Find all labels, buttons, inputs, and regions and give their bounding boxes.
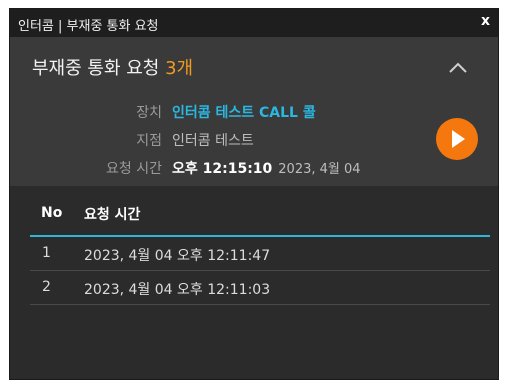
close-icon[interactable]: x bbox=[481, 13, 490, 29]
table-header: No 요청 시간 bbox=[30, 187, 490, 237]
request-time: 오후 12:15:10 bbox=[172, 161, 273, 177]
device-row: 장치 인터콤 테스트 CALL 콜 bbox=[10, 102, 498, 124]
table-row[interactable]: 2 2023, 4월 04 오후 12:11:03 bbox=[30, 271, 490, 305]
request-time-value: 오후 12:15:10 2023, 4월 04 bbox=[172, 158, 361, 178]
row-no: 1 bbox=[42, 245, 51, 261]
title-bar: 인터콤 | 부재중 통화 요청 x bbox=[10, 9, 498, 38]
missed-call-window: 인터콤 | 부재중 통화 요청 x 부재중 통화 요청 3개 장치 인터콤 테스… bbox=[9, 8, 499, 380]
play-button[interactable] bbox=[436, 118, 478, 160]
column-header-time: 요청 시간 bbox=[84, 207, 141, 223]
window-title: 인터콤 | 부재중 통화 요청 bbox=[18, 19, 159, 34]
row-time: 2023, 4월 04 오후 12:11:03 bbox=[84, 282, 271, 298]
heading-text: 부재중 통화 요청 bbox=[32, 58, 166, 79]
branch-label: 지점 bbox=[136, 133, 162, 149]
play-icon bbox=[452, 130, 465, 148]
call-summary-panel: 부재중 통화 요청 3개 장치 인터콤 테스트 CALL 콜 지점 인터콤 테스… bbox=[10, 38, 498, 186]
row-time: 2023, 4월 04 오후 12:11:47 bbox=[84, 248, 271, 264]
row-no: 2 bbox=[42, 279, 51, 295]
branch-value: 인터콤 테스트 bbox=[172, 133, 254, 149]
request-date: 2023, 4월 04 bbox=[278, 162, 361, 177]
column-header-no: No bbox=[41, 205, 63, 221]
device-label: 장치 bbox=[136, 105, 162, 121]
table-row[interactable]: 1 2023, 4월 04 오후 12:11:47 bbox=[30, 237, 490, 271]
request-time-label: 요청 시간 bbox=[106, 161, 162, 177]
panel-heading: 부재중 통화 요청 3개 bbox=[32, 54, 193, 80]
missed-count: 3개 bbox=[165, 58, 194, 79]
device-value: 인터콤 테스트 CALL 콜 bbox=[172, 105, 316, 121]
chevron-up-icon[interactable] bbox=[448, 60, 468, 74]
branch-row: 지점 인터콤 테스트 bbox=[10, 130, 498, 152]
request-time-row: 요청 시간 오후 12:15:10 2023, 4월 04 bbox=[10, 158, 498, 180]
request-table: No 요청 시간 1 2023, 4월 04 오후 12:11:47 2 202… bbox=[10, 187, 498, 379]
